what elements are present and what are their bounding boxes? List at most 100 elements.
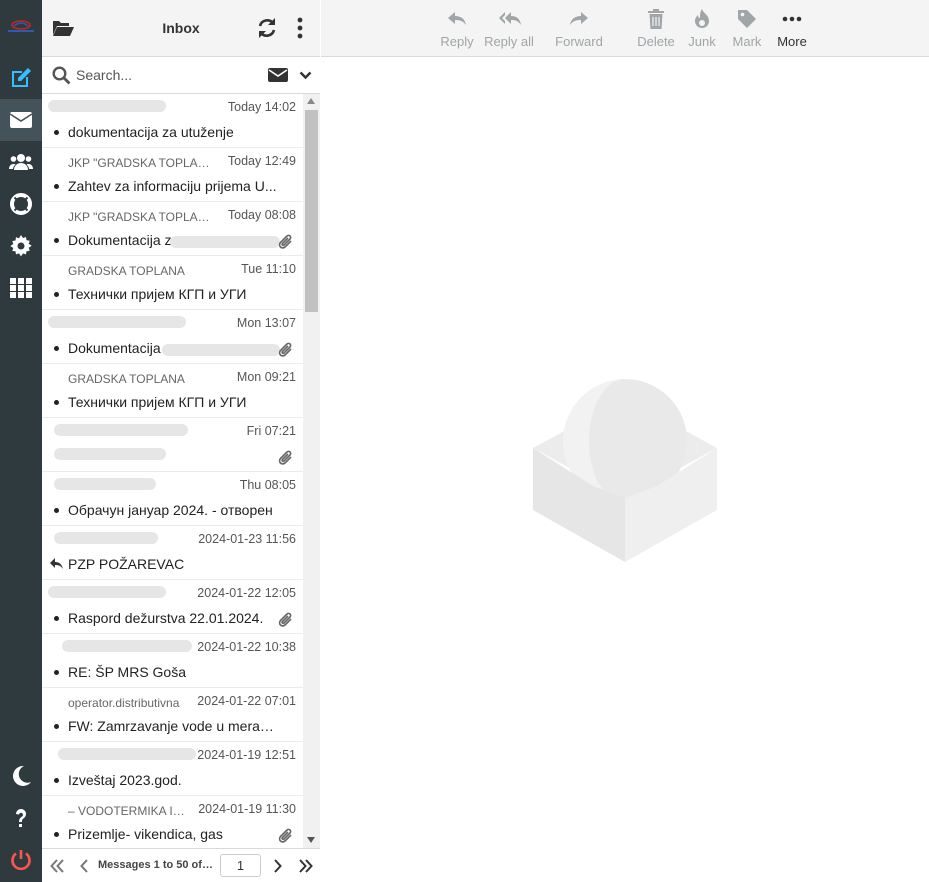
- message-sender: JKP "GRADSKA TOPLANA": [68, 156, 216, 170]
- reply-label: Reply: [440, 34, 474, 49]
- reply-all-icon: [499, 12, 521, 25]
- fire-icon: [695, 9, 709, 28]
- pagination-bar: Messages 1 to 50 of ...: [42, 848, 320, 882]
- power-icon: [11, 850, 31, 871]
- message-item[interactable]: Fri 07:21: [42, 418, 303, 472]
- reply-button[interactable]: Reply: [437, 0, 477, 57]
- unread-dot-icon: [54, 616, 59, 621]
- message-item[interactable]: 2024-01-23 11:56 PZP POŽAREVAC: [42, 526, 303, 580]
- unread-dot-icon: [54, 832, 59, 837]
- paperclip-icon: [278, 450, 292, 465]
- lifebuoy-icon: [10, 193, 32, 215]
- unread-dot-icon: [54, 184, 59, 189]
- tag-icon: [738, 10, 756, 28]
- more-label: More: [777, 34, 807, 49]
- redacted-sender: [48, 100, 166, 112]
- gear-icon: [10, 235, 32, 257]
- message-subject: Raspord dežurstva 22.01.2024.: [68, 610, 264, 626]
- message-item[interactable]: 2024-01-22 12:05 Raspord dežurstva 22.01…: [42, 580, 303, 634]
- list-scrollbar[interactable]: [303, 94, 320, 848]
- message-sender: – VODOTERMIKA INŽENJERING: [68, 804, 190, 818]
- compose-button[interactable]: [0, 57, 42, 99]
- message-subject: PZP POŽAREVAC: [68, 556, 185, 572]
- app-rail: [0, 0, 42, 882]
- unread-dot-icon: [54, 724, 59, 729]
- paperclip-icon: [278, 234, 292, 249]
- chevron-down-icon[interactable]: [299, 69, 312, 81]
- unread-dot-icon: [54, 292, 59, 297]
- message-sender: GRADSKA TOPLANA: [68, 264, 185, 278]
- question-icon: [16, 809, 26, 827]
- page-number-input[interactable]: [220, 854, 261, 877]
- message-item[interactable]: JKP "GRADSKA TOPLANA" Today 12:49 Zahtev…: [42, 148, 303, 202]
- message-date: Today 12:49: [227, 154, 296, 168]
- message-item[interactable]: Thu 08:05 Обрачун јануар 2024. - отворен: [42, 472, 303, 526]
- unread-dot-icon: [54, 778, 59, 783]
- message-subject: Обрачун јануар 2024. - отворен: [68, 502, 273, 518]
- about-button[interactable]: [0, 797, 42, 839]
- scrollbar-thumb[interactable]: [305, 110, 318, 312]
- message-item[interactable]: operator.distributivna 2024-01-22 07:01 …: [42, 688, 303, 742]
- users-icon: [9, 154, 33, 170]
- more-horizontal-icon: [782, 16, 802, 22]
- refresh-icon[interactable]: [256, 17, 278, 39]
- scroll-down-icon[interactable]: [307, 837, 315, 843]
- message-date: 2024-01-22 07:01: [197, 694, 296, 708]
- unread-dot-icon: [54, 238, 59, 243]
- unread-dot-icon: [54, 670, 59, 675]
- dark-mode-button[interactable]: [0, 755, 42, 797]
- paperclip-icon: [278, 828, 292, 843]
- message-item[interactable]: GRADSKA TOPLANA Tue 11:10 Технички прије…: [42, 256, 303, 310]
- settings-button[interactable]: [0, 225, 42, 267]
- first-page-icon[interactable]: [50, 859, 65, 873]
- forward-button[interactable]: Forward: [553, 0, 605, 57]
- message-subject: Izveštaj 2023.god.: [68, 772, 182, 788]
- forward-label: Forward: [555, 34, 603, 49]
- more-button[interactable]: More: [771, 0, 813, 57]
- prev-page-icon[interactable]: [80, 859, 89, 873]
- message-sender: operator.distributivna: [68, 696, 180, 710]
- envelope-filter-icon[interactable]: [268, 67, 288, 83]
- message-item[interactable]: GRADSKA TOPLANA Mon 09:21 Технички прије…: [42, 364, 303, 418]
- redacted-sender: [54, 532, 158, 544]
- delete-button[interactable]: Delete: [635, 0, 677, 57]
- forward-icon: [570, 12, 588, 25]
- unread-dot-icon: [54, 130, 59, 135]
- junk-button[interactable]: Junk: [683, 0, 721, 57]
- message-list: Today 14:02 dokumentacija za utuženje JK…: [42, 94, 303, 848]
- mail-button[interactable]: [0, 99, 42, 141]
- search-input[interactable]: [76, 63, 256, 87]
- logout-button[interactable]: [0, 839, 42, 881]
- message-subject: Технички пријем КГП и УГИ: [68, 286, 247, 302]
- message-date: 2024-01-19 12:51: [197, 748, 296, 762]
- delete-label: Delete: [637, 34, 675, 49]
- next-page-icon[interactable]: [273, 859, 282, 873]
- compose-icon: [12, 68, 31, 87]
- message-item[interactable]: Mon 13:07 Dokumentacija: [42, 310, 303, 364]
- message-date: 2024-01-19 11:30: [198, 802, 296, 816]
- contacts-button[interactable]: [0, 141, 42, 183]
- redacted-sender: [62, 640, 192, 652]
- redacted-sender: [54, 424, 188, 436]
- scroll-up-icon[interactable]: [307, 98, 315, 104]
- redacted-sender: [48, 316, 186, 328]
- mark-label: Mark: [732, 34, 762, 49]
- message-item[interactable]: Today 14:02 dokumentacija za utuženje: [42, 94, 303, 148]
- message-date: 2024-01-22 12:05: [197, 586, 296, 600]
- message-item[interactable]: 2024-01-19 12:51 Izveštaj 2023.god.: [42, 742, 303, 796]
- message-item[interactable]: – VODOTERMIKA INŽENJERING 2024-01-19 11:…: [42, 796, 303, 848]
- reply-icon: [448, 12, 466, 25]
- mark-button[interactable]: Mark: [727, 0, 767, 57]
- redacted-sender: [48, 586, 166, 598]
- message-subject: RE: ŠP MRS Goša: [68, 664, 187, 680]
- search-icon[interactable]: [52, 66, 71, 85]
- message-subject: Zahtev za informaciju prijema U...: [68, 178, 277, 194]
- last-page-icon[interactable]: [298, 859, 313, 873]
- message-item[interactable]: JKP "GRADSKA TOPLANA" Today 08:08 Dokume…: [42, 202, 303, 256]
- apps-button[interactable]: [0, 267, 42, 309]
- replied-icon: [50, 558, 63, 569]
- reply-all-button[interactable]: Reply all: [483, 0, 535, 57]
- message-item[interactable]: 2024-01-22 10:38 RE: ŠP MRS Goša: [42, 634, 303, 688]
- help-button[interactable]: [0, 183, 42, 225]
- more-vertical-icon[interactable]: [296, 17, 304, 39]
